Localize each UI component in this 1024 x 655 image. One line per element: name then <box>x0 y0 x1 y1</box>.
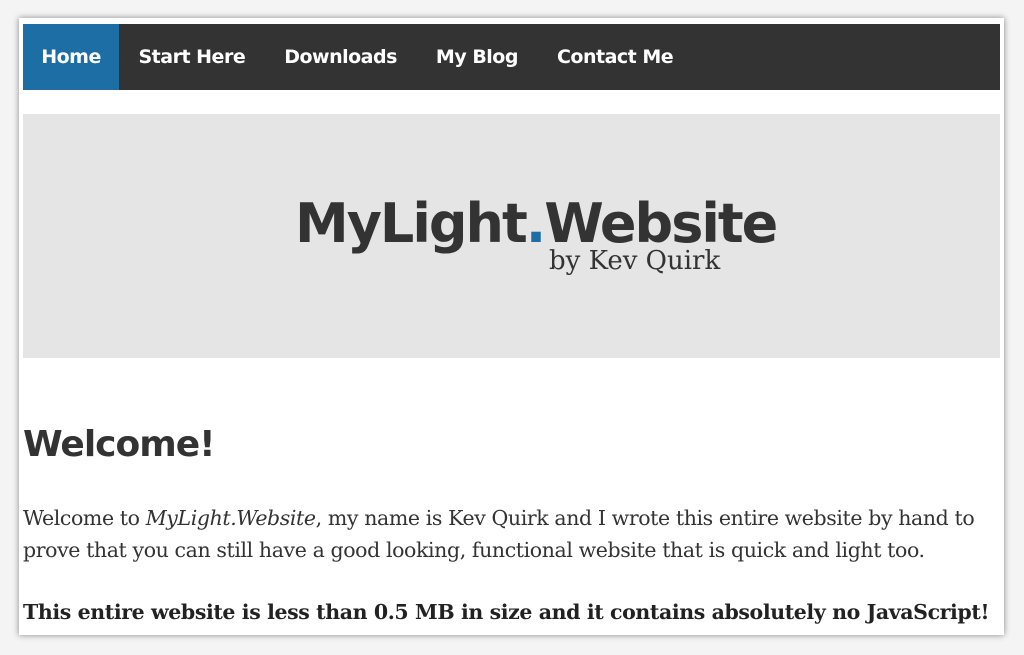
page-frame: Home Start Here Downloads My Blog Contac… <box>19 18 1004 635</box>
site-logo[interactable]: MyLight.Website by Kev Quirk <box>295 194 778 284</box>
intro-prefix: Welcome to <box>23 506 146 530</box>
intro-site-name: MyLight.Website <box>145 506 316 530</box>
nav-item-my-blog[interactable]: My Blog <box>416 24 537 90</box>
nav-item-home[interactable]: Home <box>23 24 119 90</box>
nav-item-downloads[interactable]: Downloads <box>265 24 417 90</box>
logo-byline: by Kev Quirk <box>549 246 721 276</box>
intro-paragraph: Welcome to MyLight.Website, my name is K… <box>23 502 1003 566</box>
main-nav: Home Start Here Downloads My Blog Contac… <box>23 24 1000 90</box>
nav-item-start-here[interactable]: Start Here <box>119 24 265 90</box>
logo-wordmark: MyLight.Website <box>295 192 778 255</box>
nav-item-contact-me[interactable]: Contact Me <box>537 24 692 90</box>
logo-dot: . <box>525 192 546 255</box>
size-claim: This entire website is less than 0.5 MB … <box>23 600 990 624</box>
logo-part-mylight: MyLight <box>295 192 528 255</box>
page-title: Welcome! <box>23 424 216 465</box>
hero-banner: MyLight.Website by Kev Quirk <box>23 114 1000 358</box>
